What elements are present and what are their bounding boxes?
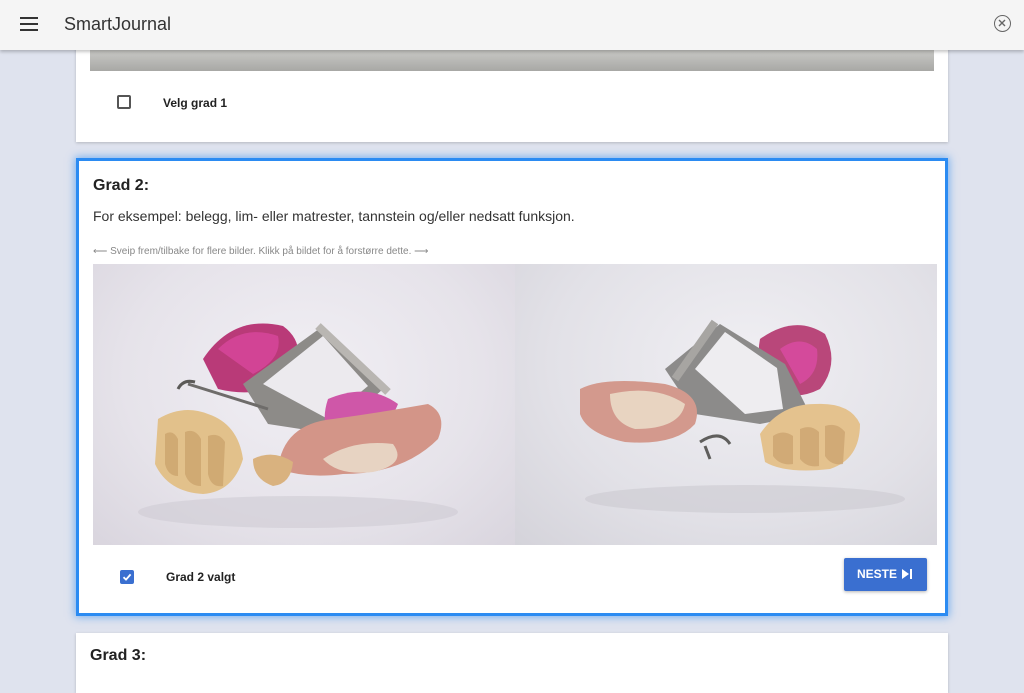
image-gallery[interactable] <box>93 264 937 545</box>
denture-image-1[interactable] <box>93 264 515 545</box>
grade-2-checkbox-label: Grad 2 valgt <box>166 570 236 584</box>
check-icon <box>122 573 132 581</box>
grade-1-image[interactable] <box>90 50 934 71</box>
swipe-hint: ⟵ Sveip frem/tilbake for flere bilder. K… <box>93 246 429 257</box>
grade-1-checkbox[interactable] <box>117 95 131 109</box>
grade-2-description: For eksempel: belegg, lim- eller matrest… <box>93 208 575 224</box>
denture-image-2[interactable] <box>515 264 937 545</box>
next-button-label: NESTE <box>857 567 898 581</box>
grade-3-title: Grad 3: <box>90 647 147 664</box>
grade-3-card: Grad 3: <box>76 633 948 693</box>
app-title: SmartJournal <box>64 14 172 34</box>
grade-2-checkbox[interactable] <box>120 570 134 584</box>
grade-2-card: Grad 2: For eksempel: belegg, lim- eller… <box>76 158 948 616</box>
skip-next-icon <box>902 569 912 579</box>
grade-2-title: Grad 2: <box>93 177 150 194</box>
next-button[interactable]: NESTE <box>844 558 927 591</box>
app-bar: SmartJournal <box>0 0 1024 50</box>
close-icon[interactable] <box>994 15 1011 32</box>
grade-1-checkbox-label: Velg grad 1 <box>163 96 228 110</box>
menu-icon[interactable] <box>20 17 38 31</box>
